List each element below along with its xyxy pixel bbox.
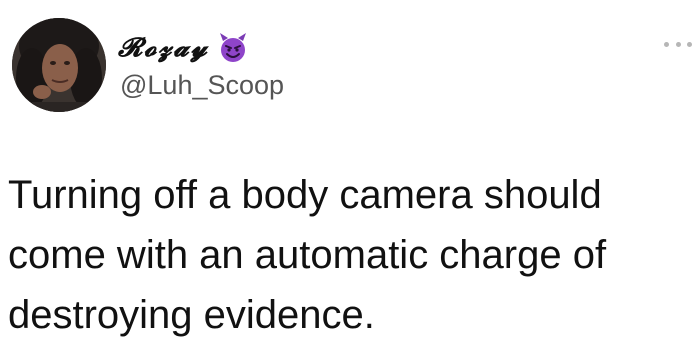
- smiling-devil-icon: [217, 32, 249, 64]
- display-name[interactable]: 𝓡𝓸𝔃𝓪𝔂: [118, 33, 209, 64]
- avatar[interactable]: [12, 18, 106, 112]
- tweet-text: Turning off a body camera should come wi…: [8, 173, 607, 337]
- display-name-row: 𝓡𝓸𝔃𝓪𝔂: [118, 28, 249, 68]
- tweet-card: 𝓡𝓸𝔃𝓪𝔂 @Luh_Scoop Turning off a body came…: [0, 0, 700, 364]
- avatar-photo: [12, 18, 106, 112]
- more-dot-icon: [687, 41, 692, 47]
- more-options-button[interactable]: [664, 38, 692, 50]
- handle[interactable]: @Luh_Scoop: [120, 70, 284, 101]
- more-dot-icon: [664, 41, 669, 47]
- more-dot-icon: [675, 41, 681, 47]
